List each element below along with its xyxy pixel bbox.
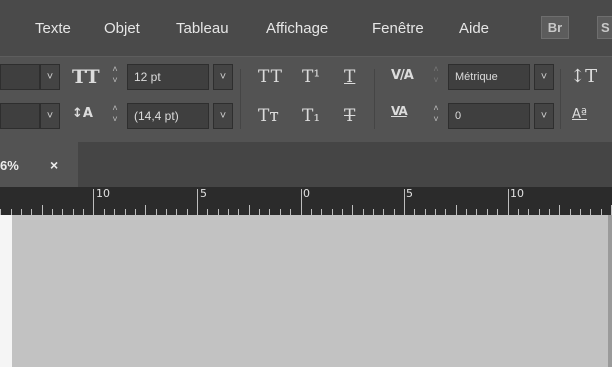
indesign-window: Texte Objet Tableau Affichage Fenêtre Ai… xyxy=(0,0,612,367)
spin-down-icon[interactable]: ˅ xyxy=(107,75,123,86)
ruler-label: 5 xyxy=(406,187,413,200)
font-size-field[interactable]: 12 pt xyxy=(127,64,209,90)
document-tab-bar: 6% × xyxy=(0,142,612,187)
spin-up-icon[interactable]: ˄ xyxy=(107,103,123,114)
kerning-icon: V/A xyxy=(391,68,414,83)
canvas-edge xyxy=(608,215,612,367)
tracking-stepper[interactable]: ˄ ˅ xyxy=(428,103,444,129)
font-style-chevron-icon[interactable]: ˅ xyxy=(40,64,60,90)
ruler-label: 5 xyxy=(200,187,207,200)
ruler-label: 10 xyxy=(96,187,110,200)
spin-up-icon[interactable]: ˄ xyxy=(107,64,123,75)
menu-texte[interactable]: Texte xyxy=(35,20,71,37)
font-size-chevron-icon[interactable]: ˅ xyxy=(213,64,233,90)
strikethrough-button[interactable]: T xyxy=(344,106,355,126)
leading-chevron-icon[interactable]: ˅ xyxy=(213,103,233,129)
menu-bar: Texte Objet Tableau Affichage Fenêtre Ai… xyxy=(0,0,612,56)
all-caps-button[interactable]: TT xyxy=(258,67,283,87)
leading-icon: ↕A xyxy=(72,106,93,121)
panel-divider xyxy=(560,69,561,129)
font-size-stepper[interactable]: ˄ ˅ xyxy=(107,64,123,90)
ruler-label: 0 xyxy=(303,187,310,200)
spin-up-icon[interactable]: ˄ xyxy=(428,64,444,75)
spin-up-icon[interactable]: ˄ xyxy=(428,103,444,114)
document-tab-zoom-label: 6% xyxy=(0,158,19,173)
subscript-button[interactable]: T₁ xyxy=(302,106,320,126)
tracking-field[interactable]: 0 xyxy=(448,103,530,129)
small-caps-button[interactable]: Tт xyxy=(258,106,279,126)
vertical-scale-icon: ↕T xyxy=(570,66,598,87)
tracking-icon: VA xyxy=(391,104,408,118)
ruler-label: 10 xyxy=(510,187,524,200)
spin-down-icon[interactable]: ˅ xyxy=(428,114,444,125)
panel-divider xyxy=(374,69,375,129)
menu-affichage[interactable]: Affichage xyxy=(266,20,328,37)
spin-down-icon[interactable]: ˅ xyxy=(107,114,123,125)
menu-objet[interactable]: Objet xyxy=(104,20,140,37)
close-icon[interactable]: × xyxy=(50,157,58,173)
character-control-panel: ˅ TT ˄ ˅ 12 pt ˅ TT T¹ T V/A ˄ ˅ Métriqu… xyxy=(0,56,612,143)
kerning-chevron-icon[interactable]: ˅ xyxy=(534,64,554,90)
leading-field[interactable]: (14,4 pt) xyxy=(127,103,209,129)
tracking-chevron-icon[interactable]: ˅ xyxy=(534,103,554,129)
kerning-field[interactable]: Métrique xyxy=(448,64,530,90)
baseline-shift-icon: Aª xyxy=(572,107,588,122)
font-style-dropdown[interactable] xyxy=(0,64,40,90)
underline-button[interactable]: T xyxy=(344,67,355,87)
menu-aide[interactable]: Aide xyxy=(459,20,489,37)
superscript-button[interactable]: T¹ xyxy=(302,67,320,87)
horizontal-ruler[interactable]: 10 5 0 5 10 xyxy=(0,187,612,215)
panel-divider xyxy=(240,69,241,129)
kerning-stepper[interactable]: ˄ ˅ xyxy=(428,64,444,90)
leading-stepper[interactable]: ˄ ˅ xyxy=(107,103,123,129)
document-tab[interactable]: 6% × xyxy=(0,142,78,187)
spin-down-icon[interactable]: ˅ xyxy=(428,75,444,86)
stock-button[interactable]: S xyxy=(597,16,612,39)
bridge-button[interactable]: Br xyxy=(541,16,569,39)
pasteboard-canvas[interactable] xyxy=(12,215,608,367)
menu-tableau[interactable]: Tableau xyxy=(176,20,229,37)
font-family-chevron-icon[interactable]: ˅ xyxy=(40,103,60,129)
menu-fenetre[interactable]: Fenêtre xyxy=(372,20,424,37)
font-size-icon: TT xyxy=(72,66,100,88)
font-family-dropdown[interactable] xyxy=(0,103,40,129)
